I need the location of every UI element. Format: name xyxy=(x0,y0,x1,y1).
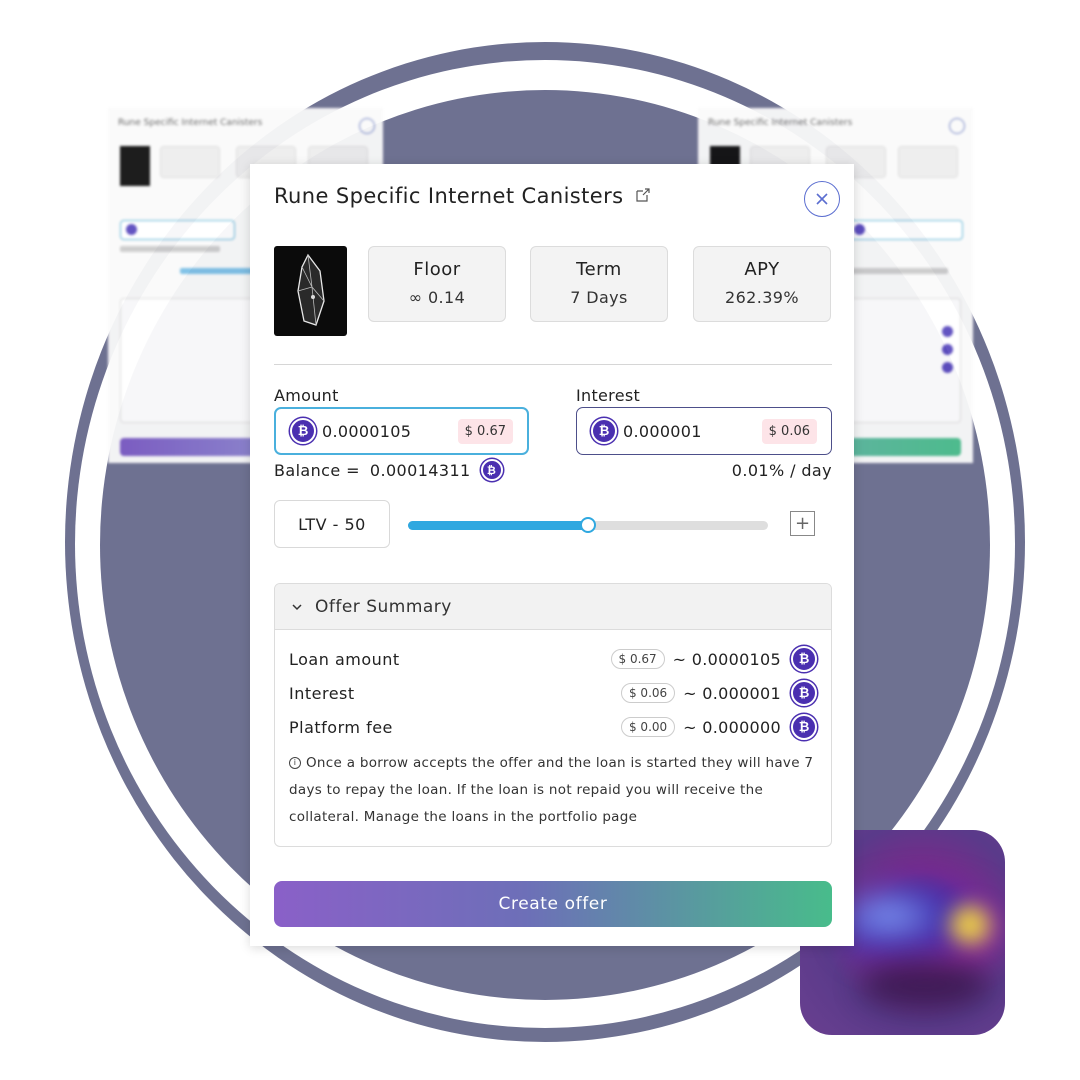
stat-value: 7 Days xyxy=(570,288,628,307)
amount-input xyxy=(120,220,235,240)
amount-input[interactable]: ₿ 0.0000105 $ 0.67 xyxy=(274,407,529,455)
stat-value: 262.39% xyxy=(725,288,799,307)
usd-pill: $ 0.06 xyxy=(620,683,676,703)
chevron-down-icon xyxy=(292,603,302,610)
stat-apy: APY 262.39% xyxy=(693,246,831,322)
summary-row-loan-amount: Loan amount $ 0.67 ~ 0.0000105 ₿ xyxy=(289,644,817,674)
stat-floor: Floor ∞ 0.14 xyxy=(368,246,506,322)
create-offer-modal: Rune Specific Internet Canisters Floor ∞… xyxy=(250,164,854,946)
stat-label: APY xyxy=(744,259,780,280)
bitcoin-coin-icon: ₿ xyxy=(480,459,503,481)
summary-row-label: Platform fee xyxy=(289,717,393,737)
offer-summary-toggle[interactable]: Offer Summary xyxy=(275,584,831,630)
divider xyxy=(274,364,832,365)
bitcoin-coin-icon xyxy=(126,224,137,235)
offer-note-text: Once a borrow accepts the offer and the … xyxy=(289,755,814,825)
usd-pill: $ 0.00 xyxy=(620,717,676,737)
bitcoin-coin-icon: ₿ xyxy=(791,714,817,740)
collection-name: Rune Specific Internet Canisters xyxy=(274,184,624,208)
stat-term: Term 7 Days xyxy=(530,246,668,322)
stat-value: ∞ 0.14 xyxy=(408,288,466,307)
balance-value: 0.00014311 xyxy=(369,460,471,480)
background-card-title: Rune Specific Internet Canisters xyxy=(708,118,853,128)
modal-title: Rune Specific Internet Canisters xyxy=(274,184,651,208)
interest-input[interactable]: ₿ 0.000001 $ 0.06 xyxy=(576,407,832,455)
btc-approx-value: ~ 0.000001 xyxy=(683,683,781,703)
interest-usd-badge: $ 0.06 xyxy=(761,418,817,444)
summary-row-label: Interest xyxy=(289,683,355,703)
slider xyxy=(848,268,948,274)
offer-summary: Offer Summary Loan amount $ 0.67 ~ 0.000… xyxy=(274,583,832,847)
close-icon xyxy=(359,118,375,134)
summary-row-label: Loan amount xyxy=(289,649,400,669)
summary-row-interest: Interest $ 0.06 ~ 0.000001 ₿ xyxy=(289,678,817,708)
amount-usd-badge: $ 0.67 xyxy=(457,418,513,444)
bitcoin-coin-icon xyxy=(942,362,953,373)
interest-value: 0.000001 xyxy=(623,421,702,441)
ltv-button[interactable]: LTV - 50 xyxy=(274,500,390,548)
create-offer-button[interactable]: Create offer xyxy=(274,881,832,927)
btc-approx-value: ~ 0.000000 xyxy=(683,717,781,737)
offer-note: i Once a borrow accepts the offer and the… xyxy=(289,750,817,831)
ltv-slider[interactable] xyxy=(408,517,768,533)
close-button[interactable] xyxy=(804,181,840,217)
btc-approx-value: ~ 0.0000105 xyxy=(672,649,781,669)
balance: Balance = 0.00014311 ₿ xyxy=(274,459,503,481)
bitcoin-coin-icon xyxy=(942,344,953,355)
rune-crystal-icon xyxy=(296,253,325,326)
bitcoin-coin-icon xyxy=(942,326,953,337)
stat-label: Floor xyxy=(413,259,461,280)
amount-label: Amount xyxy=(274,386,339,405)
amount-value: 0.0000105 xyxy=(322,421,412,441)
offer-summary-title: Offer Summary xyxy=(315,596,452,617)
interest-input xyxy=(848,220,963,240)
close-icon xyxy=(949,118,965,134)
bitcoin-coin-icon xyxy=(854,224,865,235)
stat-box xyxy=(160,146,220,178)
nft-thumbnail xyxy=(120,146,150,186)
balance-label: Balance = xyxy=(274,460,360,480)
background-card-title: Rune Specific Internet Canisters xyxy=(118,118,263,128)
ltv-slider-handle[interactable] xyxy=(580,517,596,533)
bitcoin-coin-icon: ₿ xyxy=(791,646,817,672)
ltv-slider-fill xyxy=(408,521,588,530)
stat-box xyxy=(898,146,958,178)
summary-row-platform-fee: Platform fee $ 0.00 ~ 0.000000 ₿ xyxy=(289,712,817,742)
nft-thumbnail xyxy=(274,246,347,336)
stat-label: Term xyxy=(576,259,622,280)
bitcoin-coin-icon: ₿ xyxy=(591,418,617,444)
bitcoin-coin-icon: ₿ xyxy=(791,680,817,706)
info-icon: i xyxy=(289,756,301,769)
bitcoin-coin-icon: ₿ xyxy=(290,418,316,444)
interest-rate: 0.01% / day xyxy=(731,461,832,480)
external-link-icon[interactable] xyxy=(635,184,651,208)
ltv-increase-button[interactable]: + xyxy=(790,511,815,536)
interest-label: Interest xyxy=(576,386,641,405)
usd-pill: $ 0.67 xyxy=(610,649,665,669)
balance-line xyxy=(120,246,220,252)
close-icon xyxy=(816,193,828,205)
